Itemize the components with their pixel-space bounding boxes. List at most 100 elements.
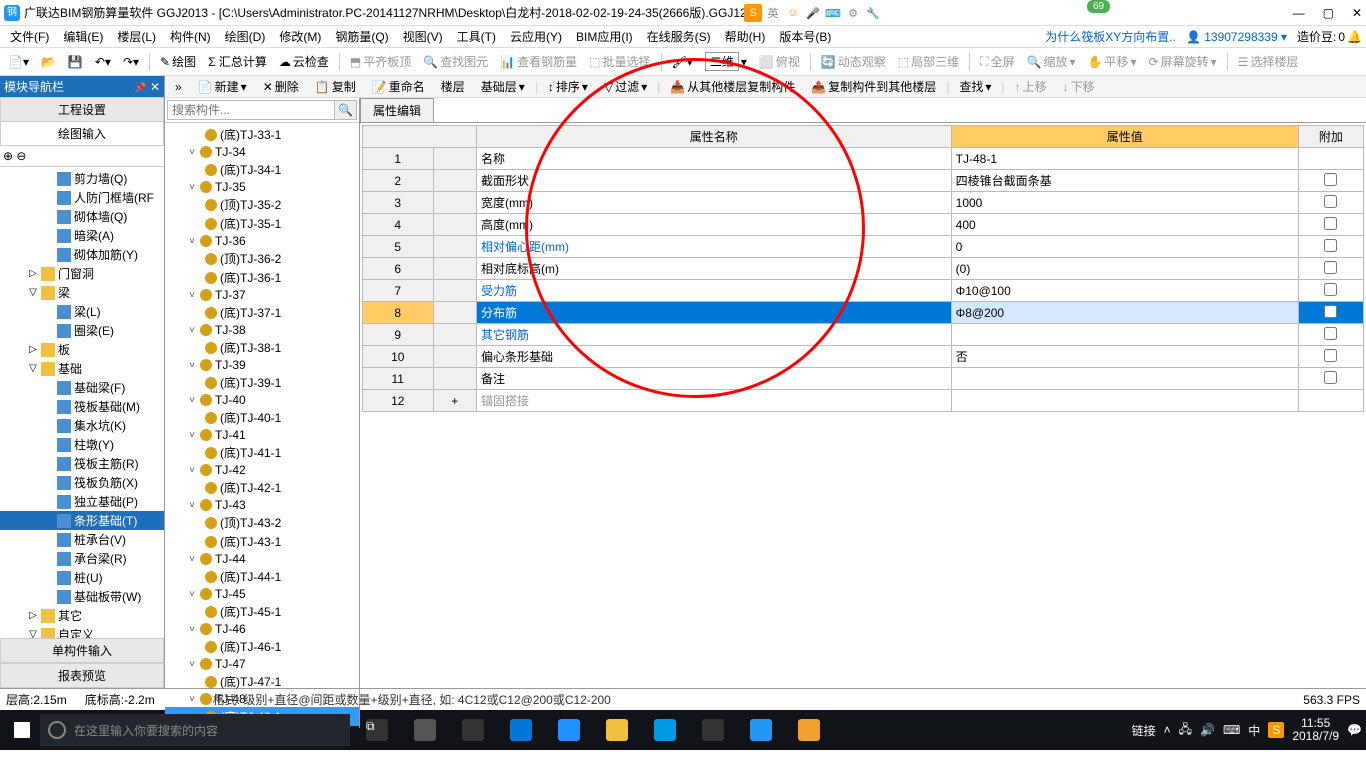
member-node[interactable]: (顶)TJ-43-2: [165, 513, 359, 532]
tb-part3d[interactable]: ⬚局部三维: [894, 51, 963, 72]
ime-kb-icon[interactable]: ⌨: [824, 4, 842, 22]
menu-file[interactable]: 文件(F): [4, 26, 55, 47]
member-node[interactable]: ˅TJ-35: [165, 179, 359, 195]
tb-sum[interactable]: Σ 汇总计算: [204, 51, 271, 72]
tb2-copy[interactable]: 📋复制: [309, 76, 362, 97]
member-node[interactable]: (底)TJ-36-1: [165, 268, 359, 287]
sogou-icon[interactable]: S: [744, 4, 762, 22]
nav-node[interactable]: ▷其它: [0, 606, 164, 625]
tb-full[interactable]: ⛶全屏: [976, 51, 1018, 72]
help-link[interactable]: 为什么筏板XY方向布置..: [1045, 28, 1176, 45]
tb-new-file[interactable]: 📄▾: [4, 53, 33, 71]
tb2-basic[interactable]: 基础层▾: [475, 76, 531, 97]
member-node[interactable]: ˅TJ-40: [165, 392, 359, 408]
tb2-nav[interactable]: »: [169, 78, 188, 96]
tb2-floor[interactable]: 楼层: [435, 76, 471, 97]
member-node[interactable]: (底)TJ-35-1: [165, 214, 359, 233]
member-node[interactable]: (底)TJ-39-1: [165, 373, 359, 392]
menu-help[interactable]: 帮助(H): [719, 26, 772, 47]
nav-node[interactable]: ▷板: [0, 340, 164, 359]
prop-row[interactable]: 5相对偏心距(mm)0: [363, 236, 1364, 258]
member-node[interactable]: ˅TJ-37: [165, 287, 359, 303]
start-button[interactable]: [4, 714, 40, 746]
member-node[interactable]: (底)TJ-46-1: [165, 637, 359, 656]
search-button[interactable]: 🔍: [335, 100, 357, 120]
tb2-rename[interactable]: 📝重命名: [366, 76, 431, 97]
menu-bim[interactable]: BIM应用(I): [570, 26, 639, 47]
pin-icon[interactable]: 📌: [134, 83, 146, 94]
tb2-find[interactable]: 查找▾: [953, 76, 997, 97]
menu-cloud[interactable]: 云应用(Y): [504, 26, 568, 47]
nav-node[interactable]: 暗梁(A): [0, 226, 164, 245]
tb-dyn[interactable]: 🔄动态观察: [817, 51, 890, 72]
nav-node[interactable]: 梁(L): [0, 302, 164, 321]
nav-node[interactable]: 柱墩(Y): [0, 435, 164, 454]
tb-cloud[interactable]: ☁云检查: [275, 51, 333, 72]
member-node[interactable]: (底)TJ-42-1: [165, 478, 359, 497]
ime-lang[interactable]: 英: [764, 4, 782, 22]
tb-batch[interactable]: ⬚批量选择: [585, 51, 654, 72]
member-node[interactable]: (底)TJ-44-1: [165, 567, 359, 586]
member-node[interactable]: (底)TJ-38-1: [165, 338, 359, 357]
ime-emoji-icon[interactable]: ☺: [784, 4, 802, 22]
nav-node[interactable]: 砌体加筋(Y): [0, 245, 164, 264]
nav-tab-single[interactable]: 单构件输入: [0, 638, 164, 663]
member-node[interactable]: ˅TJ-38: [165, 322, 359, 338]
menu-edit[interactable]: 编辑(E): [57, 26, 109, 47]
member-node[interactable]: (底)TJ-43-1: [165, 532, 359, 551]
tb2-filter[interactable]: ▽过滤▾: [598, 76, 653, 97]
tb-open[interactable]: 📂: [37, 53, 60, 71]
tb-save[interactable]: 💾: [64, 53, 87, 71]
member-node[interactable]: (底)TJ-33-1: [165, 125, 359, 144]
tb2-down[interactable]: ↓下移: [1057, 76, 1101, 97]
prop-row[interactable]: 1名称TJ-48-1: [363, 148, 1364, 170]
tb-over[interactable]: ⬜俯视: [755, 51, 804, 72]
expand-icon[interactable]: ⊕: [3, 149, 13, 163]
nav-node[interactable]: 承台梁(R): [0, 549, 164, 568]
nav-node[interactable]: 圈梁(E): [0, 321, 164, 340]
tb-rebar[interactable]: 📊查看钢筋量: [496, 51, 581, 72]
nav-node[interactable]: 桩(U): [0, 568, 164, 587]
menu-version[interactable]: 版本号(B): [773, 26, 837, 47]
collapse-icon[interactable]: ⊖: [16, 149, 26, 163]
prop-row[interactable]: 4高度(mm)400: [363, 214, 1364, 236]
tb-draw[interactable]: ✎绘图: [156, 51, 200, 72]
menu-floor[interactable]: 楼层(L): [111, 26, 162, 47]
prop-tab[interactable]: 属性编辑: [360, 98, 434, 122]
ime-tool-icon[interactable]: 🔧: [864, 4, 882, 22]
member-node[interactable]: (顶)TJ-36-2: [165, 249, 359, 268]
menu-online[interactable]: 在线服务(S): [641, 26, 717, 47]
prop-row[interactable]: 2截面形状四棱锥台截面条基: [363, 170, 1364, 192]
tb2-new[interactable]: 📄新建▾: [192, 76, 253, 97]
prop-row[interactable]: 12+锚固搭接: [363, 390, 1364, 412]
member-node[interactable]: (底)TJ-47-1: [165, 672, 359, 691]
nav-node[interactable]: ▽梁: [0, 283, 164, 302]
menu-rebar[interactable]: 钢筋量(Q): [329, 26, 394, 47]
search-input[interactable]: [167, 100, 335, 120]
nav-node[interactable]: 基础板带(W): [0, 587, 164, 606]
nav-node[interactable]: 筏板负筋(X): [0, 473, 164, 492]
nav-node[interactable]: 筏板基础(M): [0, 397, 164, 416]
nav-node[interactable]: 集水坑(K): [0, 416, 164, 435]
tb-rot[interactable]: ⟳屏幕旋转▾: [1145, 51, 1221, 72]
prop-row[interactable]: 11备注: [363, 368, 1364, 390]
nav-node[interactable]: ▷门窗洞: [0, 264, 164, 283]
nav-tab-report[interactable]: 报表预览: [0, 663, 164, 688]
tb-zoom[interactable]: 🔍缩放▾: [1023, 51, 1080, 72]
menu-tool[interactable]: 工具(T): [451, 26, 502, 47]
close-pane-icon[interactable]: ✕: [150, 80, 160, 94]
menu-draw[interactable]: 绘图(D): [219, 26, 272, 47]
prop-row[interactable]: 7受力筋Φ10@100: [363, 280, 1364, 302]
member-node[interactable]: ˅TJ-44: [165, 551, 359, 567]
member-node[interactable]: (顶)TJ-35-2: [165, 195, 359, 214]
tb2-copyfrom[interactable]: 📥从其他楼层复制构件: [664, 76, 801, 97]
nav-tab-project[interactable]: 工程设置: [0, 97, 164, 122]
nav-node[interactable]: ▽基础: [0, 359, 164, 378]
member-node[interactable]: ˅TJ-45: [165, 586, 359, 602]
tb-2d[interactable]: 二维▾: [701, 50, 751, 73]
menu-member[interactable]: 构件(N): [164, 26, 217, 47]
menu-view[interactable]: 视图(V): [397, 26, 449, 47]
member-node[interactable]: ˅TJ-47: [165, 656, 359, 672]
nav-node[interactable]: 砌体墙(Q): [0, 207, 164, 226]
member-node[interactable]: (底)TJ-37-1: [165, 303, 359, 322]
